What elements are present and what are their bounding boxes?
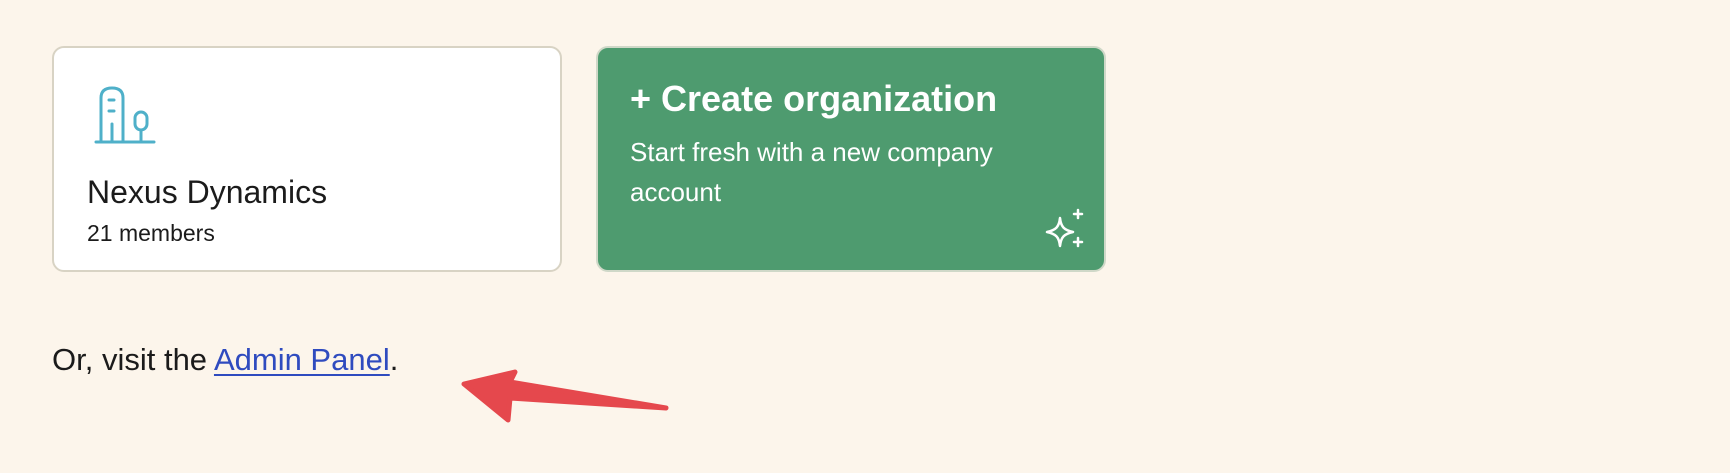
visit-prefix-text: Or, visit the — [52, 342, 214, 377]
organization-card-nexus-dynamics[interactable]: Nexus Dynamics 21 members — [52, 46, 562, 272]
create-organization-card[interactable]: + Create organization Start fresh with a… — [596, 46, 1106, 272]
building-icon — [94, 84, 164, 154]
admin-panel-link[interactable]: Admin Panel — [214, 342, 390, 377]
organization-member-count: 21 members — [87, 220, 215, 246]
create-organization-title: + Create organization — [630, 78, 998, 119]
create-organization-description: Start fresh with a new company account — [630, 137, 993, 207]
visit-suffix-text: . — [389, 342, 399, 377]
admin-panel-prompt: Or, visit the Admin Panel. — [52, 342, 398, 378]
arrow-annotation — [461, 369, 669, 423]
organization-name: Nexus Dynamics — [87, 174, 328, 210]
sparkles-icon — [1044, 208, 1086, 250]
